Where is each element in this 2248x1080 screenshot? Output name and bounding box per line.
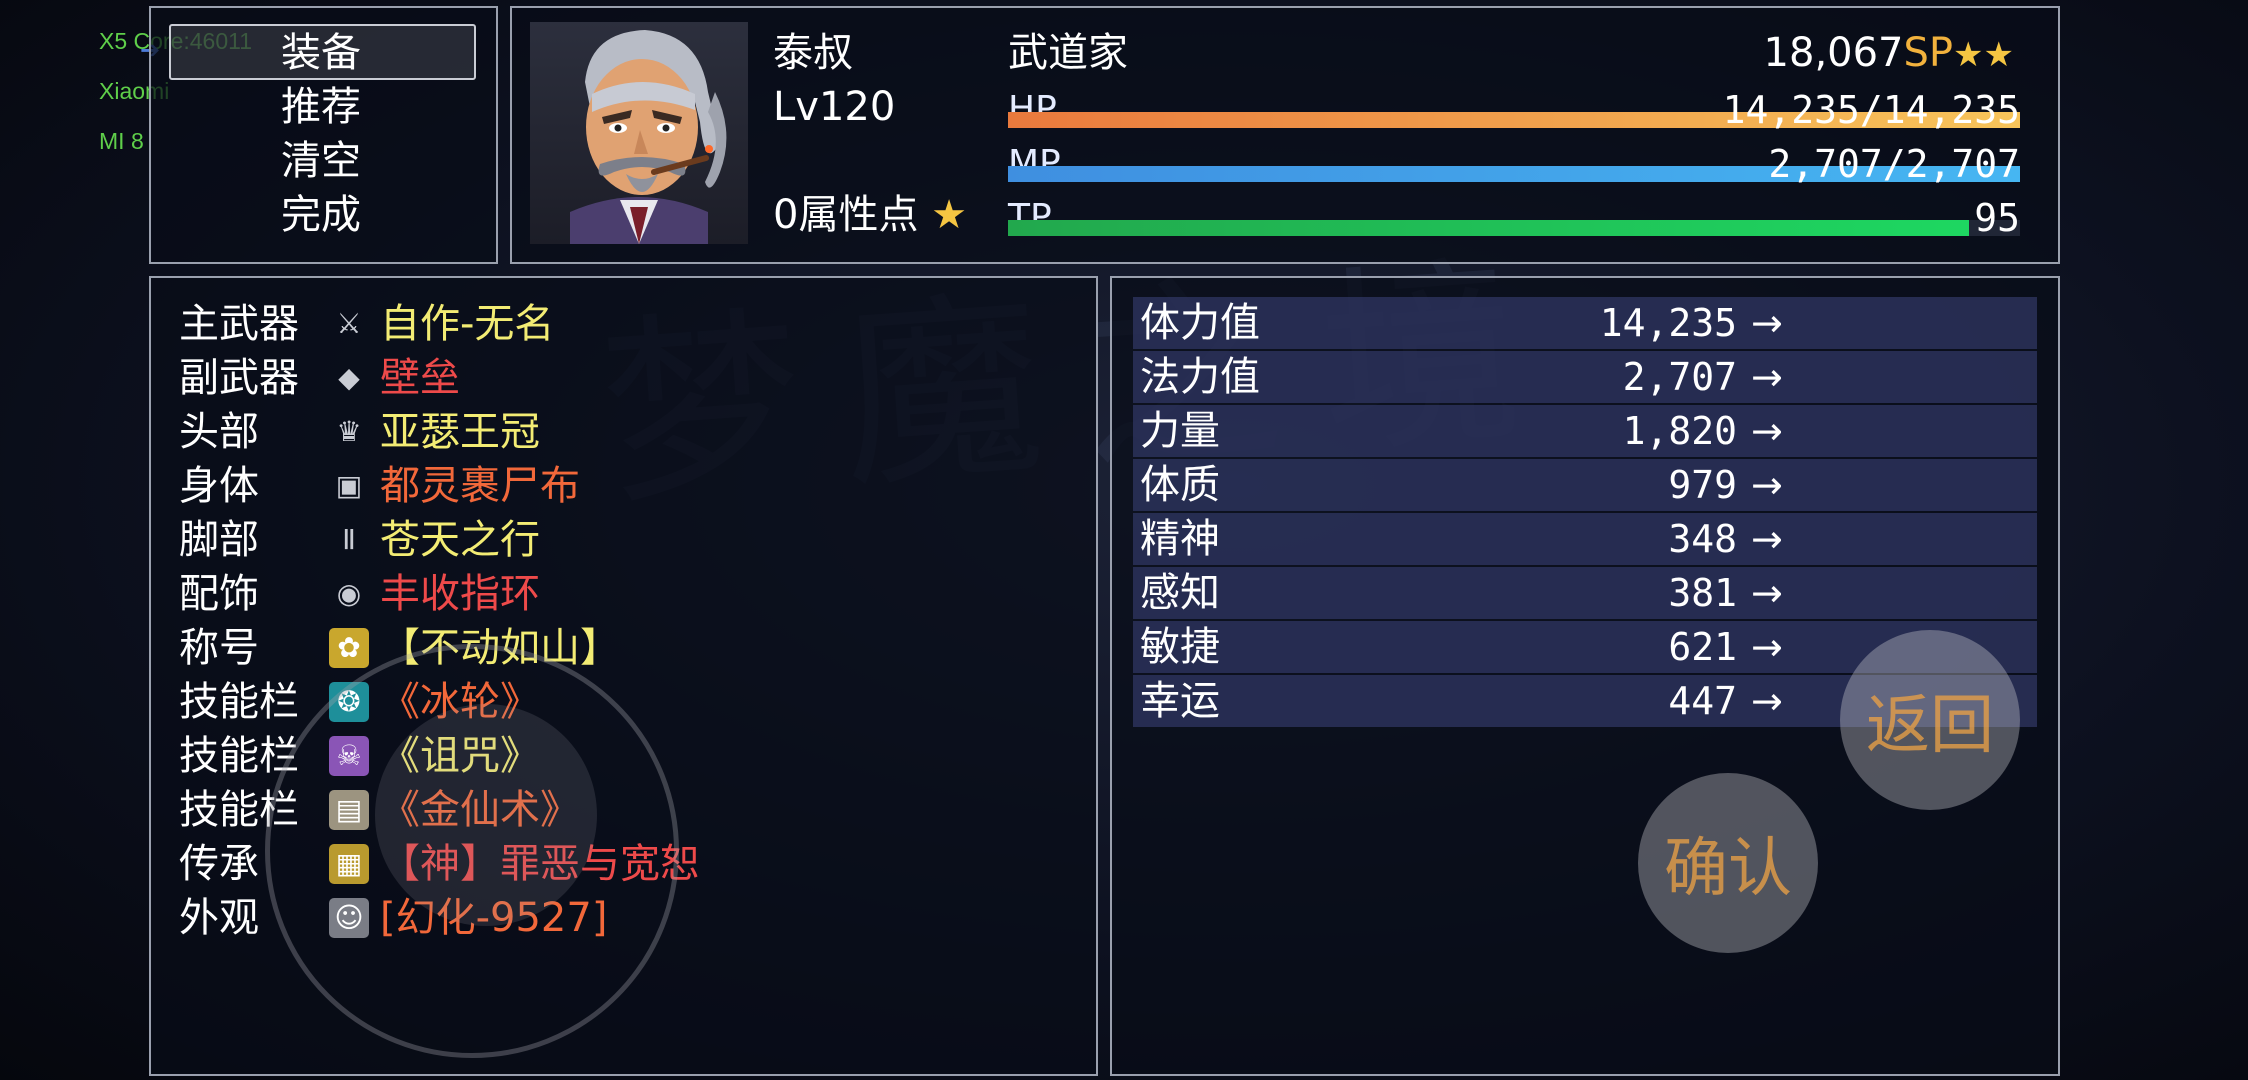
parameter-value: 447 [1668, 679, 1737, 723]
parameter-name: 力量 [1140, 408, 1220, 454]
parameter-name: 感知 [1140, 570, 1220, 616]
parameter-name: 体力值 [1140, 300, 1260, 346]
equipment-slot-label: 称号 [179, 625, 259, 671]
boots-icon: Ⅱ [342, 523, 356, 556]
equipment-item-name: 壁垒 [380, 355, 460, 401]
command-recommend[interactable]: 推荐 [281, 80, 361, 134]
arrow-right-icon: → [1751, 679, 1783, 723]
equipment-slot-label: 副武器 [179, 355, 299, 401]
crown-icon: ♛ [336, 415, 362, 448]
parameter-value: 2,707 [1622, 355, 1737, 399]
parameter-name: 体质 [1140, 462, 1220, 508]
parameter-row: 体力值 14,235 → [1133, 297, 2037, 349]
overlay-model-text: MI 8 [99, 128, 144, 154]
equipment-slot-label: 技能栏 [179, 679, 299, 725]
parameter-row: 体质 979 → [1133, 459, 2037, 511]
parameter-row: 感知 381 → [1133, 567, 2037, 619]
character-portrait [530, 22, 748, 244]
parameter-name: 敏捷 [1140, 624, 1220, 670]
parameter-row: 力量 1,820 → [1133, 405, 2037, 457]
parameter-value: 621 [1668, 625, 1737, 669]
arrow-right-icon: → [1751, 517, 1783, 561]
character-level: Lv120 [773, 84, 896, 130]
attribute-points: 0属性点 ★ [773, 188, 967, 242]
parameter-value: 381 [1668, 571, 1737, 615]
arrow-right-icon: → [1751, 625, 1783, 669]
tp-gauge [1008, 220, 2020, 236]
blade-icon: ◆ [338, 361, 360, 394]
arrow-right-icon: → [1751, 301, 1783, 345]
ring-icon: ◉ [336, 577, 362, 610]
sp-display: 18,067SP★★ [1764, 26, 2014, 82]
equipment-item-name: 丰收指环 [380, 571, 540, 617]
tp-gauge-fill [1008, 220, 1970, 236]
confirm-button[interactable]: 确认 [1638, 773, 1818, 953]
equipment-slot-label: 头部 [179, 409, 259, 455]
command-done[interactable]: 完成 [281, 188, 361, 242]
parameter-name: 精神 [1140, 516, 1220, 562]
parameter-value: 979 [1668, 463, 1737, 507]
character-class: 武道家 [1008, 30, 1128, 76]
sp-value: 18,067 [1763, 30, 1904, 76]
star-icon: ★ [931, 192, 968, 238]
parameter-value: 14,235 [1599, 301, 1737, 345]
equipment-item-name: 都灵裹尸布 [380, 463, 580, 509]
sp-stars-icon: ★★ [1953, 35, 2014, 75]
virtual-joystick-knob[interactable] [375, 704, 597, 926]
arrow-right-icon: → [1751, 409, 1783, 453]
arrow-right-icon: → [1751, 463, 1783, 507]
arrow-right-icon: → [1751, 571, 1783, 615]
arrow-right-icon: → [1751, 355, 1783, 399]
parameter-row: 精神 348 → [1133, 513, 2037, 565]
command-clear[interactable]: 清空 [281, 134, 361, 188]
parameter-value: 348 [1668, 517, 1737, 561]
parameter-value: 1,820 [1622, 409, 1737, 453]
tp-value: 95 [1974, 196, 2020, 240]
equipment-item-name: 自作-无名 [380, 301, 555, 347]
equipment-item-name: 苍天之行 [380, 517, 540, 563]
badge-icon: ✿ [329, 628, 369, 668]
attribute-points-text: 0属性点 [773, 192, 919, 238]
command-equip[interactable]: 装备 [281, 26, 361, 80]
equipment-slot-label: 主武器 [179, 301, 299, 347]
mp-value: 2,707/2,707 [1768, 142, 2020, 186]
equipment-slot-label: 脚部 [179, 517, 259, 563]
character-name: 泰叔 [773, 30, 853, 76]
sword-icon: ⚔ [336, 307, 362, 340]
parameter-row: 法力值 2,707 → [1133, 351, 2037, 403]
hp-value: 14,235/14,235 [1722, 88, 2020, 132]
armor-icon: ▣ [335, 469, 363, 502]
parameter-name: 法力值 [1140, 354, 1260, 400]
equipment-slot-label: 配饰 [179, 571, 259, 617]
equipment-slot-label: 身体 [179, 463, 259, 509]
sp-unit: SP [1903, 30, 1954, 76]
parameter-name: 幸运 [1140, 678, 1220, 724]
back-button[interactable]: 返回 [1840, 630, 2020, 810]
equipment-item-name: 亚瑟王冠 [380, 409, 540, 455]
